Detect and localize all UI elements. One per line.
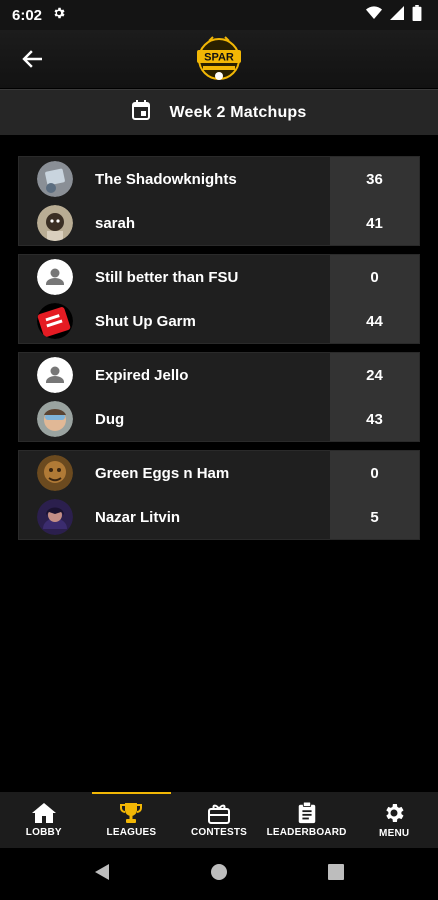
settings-status-icon [52, 6, 66, 24]
nav-label: CONTESTS [190, 827, 248, 838]
team-row[interactable]: sarah [19, 201, 330, 245]
matchup-card[interactable]: The Shadowknights sarah 36 41 [18, 156, 420, 246]
team-name: Expired Jello [95, 366, 189, 384]
team-avatar [37, 205, 73, 241]
nav-label: LOBBY [25, 827, 62, 838]
recents-square-icon[interactable] [328, 863, 344, 885]
team-row[interactable]: Dug [19, 397, 330, 441]
app-header: SPAR [0, 30, 438, 88]
bottom-nav: LOBBY LEAGUES CONTESTS LEADERBOARD MENU [0, 792, 438, 848]
week-header: Week 2 Matchups [0, 89, 438, 135]
team-score: 44 [366, 312, 383, 330]
team-row[interactable]: Shut Up Garm [19, 299, 330, 343]
status-right [366, 4, 422, 26]
system-nav-bar [0, 848, 438, 900]
team-avatar [37, 499, 73, 535]
matchup-teams: The Shadowknights sarah [19, 157, 330, 245]
team-name: Dug [95, 410, 125, 428]
week-title: Week 2 Matchups [169, 103, 307, 121]
team-name: Green Eggs n Ham [95, 464, 230, 482]
matchup-card[interactable]: Still better than FSU Shut Up Garm 0 44 [18, 254, 420, 344]
logo-text: SPAR [204, 52, 234, 64]
nav-leagues[interactable]: LEAGUES [88, 792, 176, 848]
score-column: 0 44 [330, 255, 419, 343]
nav-menu[interactable]: MENU [350, 792, 438, 848]
team-score: 43 [366, 410, 383, 428]
spar-logo: SPAR [193, 35, 245, 83]
team-score: 5 [370, 508, 379, 526]
team-score: 36 [366, 170, 383, 188]
calendar-icon [131, 100, 150, 125]
team-name: Still better than FSU [95, 268, 239, 286]
status-left: 6:02 [12, 6, 66, 24]
nav-label: LEAGUES [106, 827, 157, 838]
team-row[interactable]: Still better than FSU [19, 255, 330, 299]
arrow-left-icon [22, 50, 42, 68]
team-avatar [37, 401, 73, 437]
ticket-icon [207, 804, 230, 824]
back-triangle-icon[interactable] [94, 863, 110, 886]
team-name: The Shadowknights [95, 170, 237, 188]
status-time: 6:02 [12, 6, 43, 24]
team-avatar [37, 161, 73, 197]
matchup-teams: Expired Jello Dug [19, 353, 330, 441]
nav-lobby[interactable]: LOBBY [0, 792, 88, 848]
battery-icon [412, 4, 422, 26]
home-icon [31, 803, 56, 823]
nav-leaderboard[interactable]: LEADERBOARD [263, 792, 351, 848]
signal-icon [390, 5, 404, 25]
team-row[interactable]: Nazar Litvin [19, 495, 330, 539]
score-column: 24 43 [330, 353, 419, 441]
matchup-card[interactable]: Expired Jello Dug 24 43 [18, 352, 420, 442]
gear-icon [386, 804, 404, 822]
team-row[interactable]: The Shadowknights [19, 157, 330, 201]
home-circle-icon[interactable] [210, 863, 228, 886]
team-score: 41 [366, 214, 383, 232]
team-name: Nazar Litvin [95, 508, 181, 526]
wifi-icon [366, 5, 382, 25]
team-row[interactable]: Expired Jello [19, 353, 330, 397]
nav-contests[interactable]: CONTESTS [175, 792, 263, 848]
score-column: 0 5 [330, 451, 419, 539]
default-avatar-icon [37, 357, 73, 393]
default-avatar-icon [37, 259, 73, 295]
nav-label: MENU [379, 828, 410, 839]
team-avatar [37, 303, 73, 339]
team-score: 24 [366, 366, 383, 384]
matchup-teams: Still better than FSU Shut Up Garm [19, 255, 330, 343]
team-name: sarah [95, 214, 136, 232]
team-avatar [37, 455, 73, 491]
trophy-icon [120, 803, 143, 823]
matchup-list: The Shadowknights sarah 36 41 Still bett… [18, 156, 420, 548]
back-button[interactable] [16, 45, 48, 73]
nav-label: LEADERBOARD [266, 827, 347, 838]
team-row[interactable]: Green Eggs n Ham [19, 451, 330, 495]
team-score: 0 [370, 464, 379, 482]
status-bar: 6:02 [0, 0, 438, 30]
matchup-teams: Green Eggs n Ham Nazar Litvin [19, 451, 330, 539]
team-score: 0 [370, 268, 379, 286]
team-name: Shut Up Garm [95, 312, 196, 330]
clipboard-icon [298, 802, 315, 824]
score-column: 36 41 [330, 157, 419, 245]
matchup-card[interactable]: Green Eggs n Ham Nazar Litvin 0 5 [18, 450, 420, 540]
